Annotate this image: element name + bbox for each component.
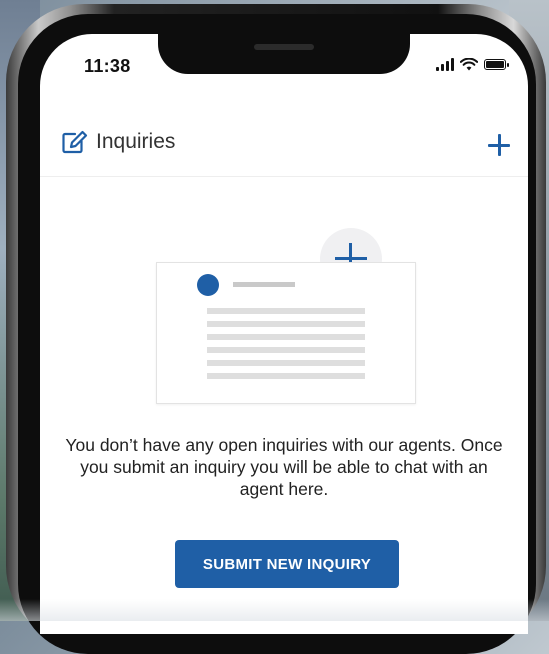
notch <box>158 34 410 74</box>
page-title: Inquiries <box>62 130 175 154</box>
illustration-avatar-dot <box>197 274 219 296</box>
illustration-text-line <box>207 321 365 327</box>
inquiries-header: Inquiries <box>40 112 528 177</box>
speaker <box>254 44 314 50</box>
illustration-text-line <box>207 308 365 314</box>
add-inquiry-button[interactable] <box>486 132 512 158</box>
illustration-text-line <box>207 360 365 366</box>
submit-new-inquiry-button[interactable]: SUBMIT NEW INQUIRY <box>175 540 399 588</box>
battery-icon <box>484 59 509 70</box>
illustration-text-line <box>207 373 365 379</box>
illustration-text-line <box>207 334 365 340</box>
illustration-title-line <box>233 282 295 287</box>
edit-icon <box>62 130 88 154</box>
empty-state-illustration <box>156 262 416 404</box>
empty-state-message: You don’t have any open inquiries with o… <box>65 435 503 499</box>
header-title-label: Inquiries <box>96 130 176 153</box>
status-time: 11:38 <box>84 56 131 76</box>
wifi-icon <box>460 58 478 71</box>
cellular-signal-icon <box>436 58 454 71</box>
status-icons <box>436 58 509 71</box>
phone-screen: 11:38 Inquiries You don’t have any open … <box>40 34 528 634</box>
bottom-glare <box>0 599 549 621</box>
illustration-text-line <box>207 347 365 353</box>
